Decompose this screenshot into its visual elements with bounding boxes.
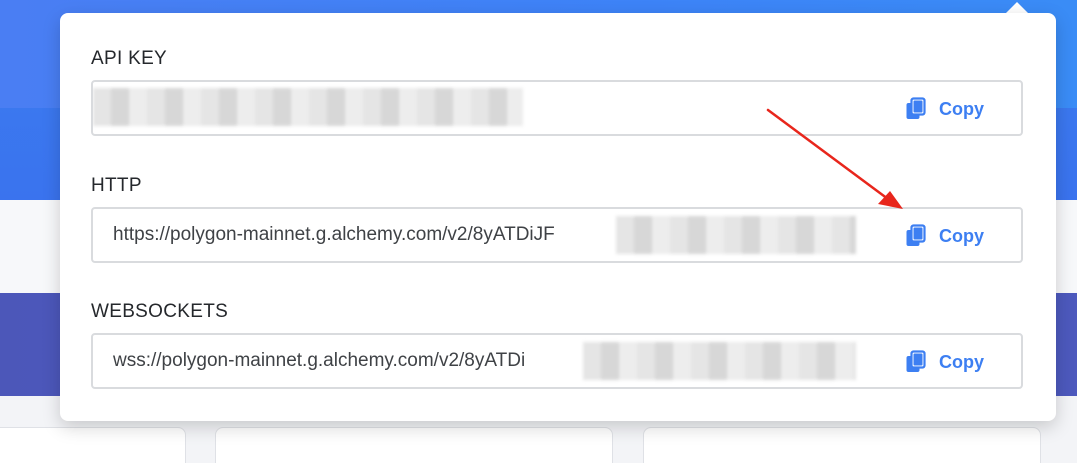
- api-keys-popover: API KEY Copy HTTP https://polygon-mainne…: [60, 13, 1056, 421]
- copy-http-button[interactable]: Copy: [905, 223, 984, 249]
- http-field[interactable]: https://polygon-mainnet.g.alchemy.com/v2…: [91, 207, 1023, 263]
- http-url-value: https://polygon-mainnet.g.alchemy.com/v2…: [113, 224, 555, 245]
- copy-icon: [905, 224, 927, 248]
- api-key-field[interactable]: Copy: [91, 80, 1023, 136]
- popover-caret: [1006, 2, 1028, 13]
- copy-icon: [905, 350, 927, 374]
- http-url-redaction: [616, 216, 856, 254]
- websockets-url-value: wss://polygon-mainnet.g.alchemy.com/v2/8…: [113, 350, 526, 371]
- api-key-label: API KEY: [91, 48, 168, 69]
- websockets-field[interactable]: wss://polygon-mainnet.g.alchemy.com/v2/8…: [91, 333, 1023, 389]
- http-label: HTTP: [91, 175, 142, 196]
- copy-label: Copy: [939, 98, 984, 119]
- background-card: [215, 427, 613, 463]
- background-card: [0, 427, 186, 463]
- copy-label: Copy: [939, 225, 984, 246]
- websockets-label: WEBSOCKETS: [91, 301, 229, 322]
- websockets-url-redaction: [583, 342, 856, 380]
- copy-api-key-button[interactable]: Copy: [905, 96, 984, 122]
- copy-websockets-button[interactable]: Copy: [905, 349, 984, 375]
- copy-icon: [905, 97, 927, 121]
- background-card: [643, 427, 1041, 463]
- copy-label: Copy: [939, 351, 984, 372]
- api-key-redaction: [93, 88, 523, 126]
